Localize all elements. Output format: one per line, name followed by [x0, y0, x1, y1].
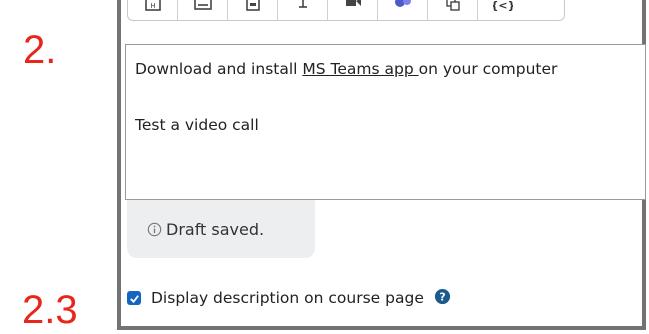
image-icon[interactable]: [228, 0, 278, 20]
editor-line-1: Download and install MS Teams app on you…: [135, 60, 557, 78]
checkmark-icon: [129, 294, 139, 303]
draft-status-text: Draft saved.: [166, 219, 265, 239]
display-description-label[interactable]: Display description on course page: [151, 289, 424, 307]
svg-text:H: H: [150, 2, 155, 10]
display-description-checkbox[interactable]: [127, 291, 141, 305]
svg-text:?: ?: [439, 290, 445, 303]
editor-toolbar: H {<}: [127, 0, 565, 21]
copy-icon[interactable]: [428, 0, 478, 20]
help-icon[interactable]: ?: [434, 288, 451, 309]
ms-teams-app-link[interactable]: MS Teams app: [302, 60, 418, 78]
step-annotation-2-3: 2.3: [22, 288, 78, 332]
info-icon: [147, 222, 162, 236]
draft-status: Draft saved.: [127, 200, 315, 258]
line1-text-after: on your computer: [418, 60, 558, 78]
line1-text-before: Download and install: [135, 60, 303, 78]
teams-icon[interactable]: [378, 0, 428, 20]
code-icon[interactable]: {<}: [478, 0, 528, 20]
display-description-option: Display description on course page ?: [127, 287, 451, 309]
h5p-icon[interactable]: H: [128, 0, 178, 20]
form-panel: H {<} Download and install MS Teams app …: [117, 0, 646, 330]
description-editor[interactable]: Download and install MS Teams app on you…: [125, 44, 646, 200]
record-video-icon[interactable]: [328, 0, 378, 20]
svg-text:{<}: {<}: [493, 0, 513, 12]
record-audio-icon[interactable]: [278, 0, 328, 20]
editor-line-2: Test a video call: [135, 116, 259, 134]
media-icon[interactable]: [178, 0, 228, 20]
step-annotation-2: 2.: [23, 28, 57, 72]
